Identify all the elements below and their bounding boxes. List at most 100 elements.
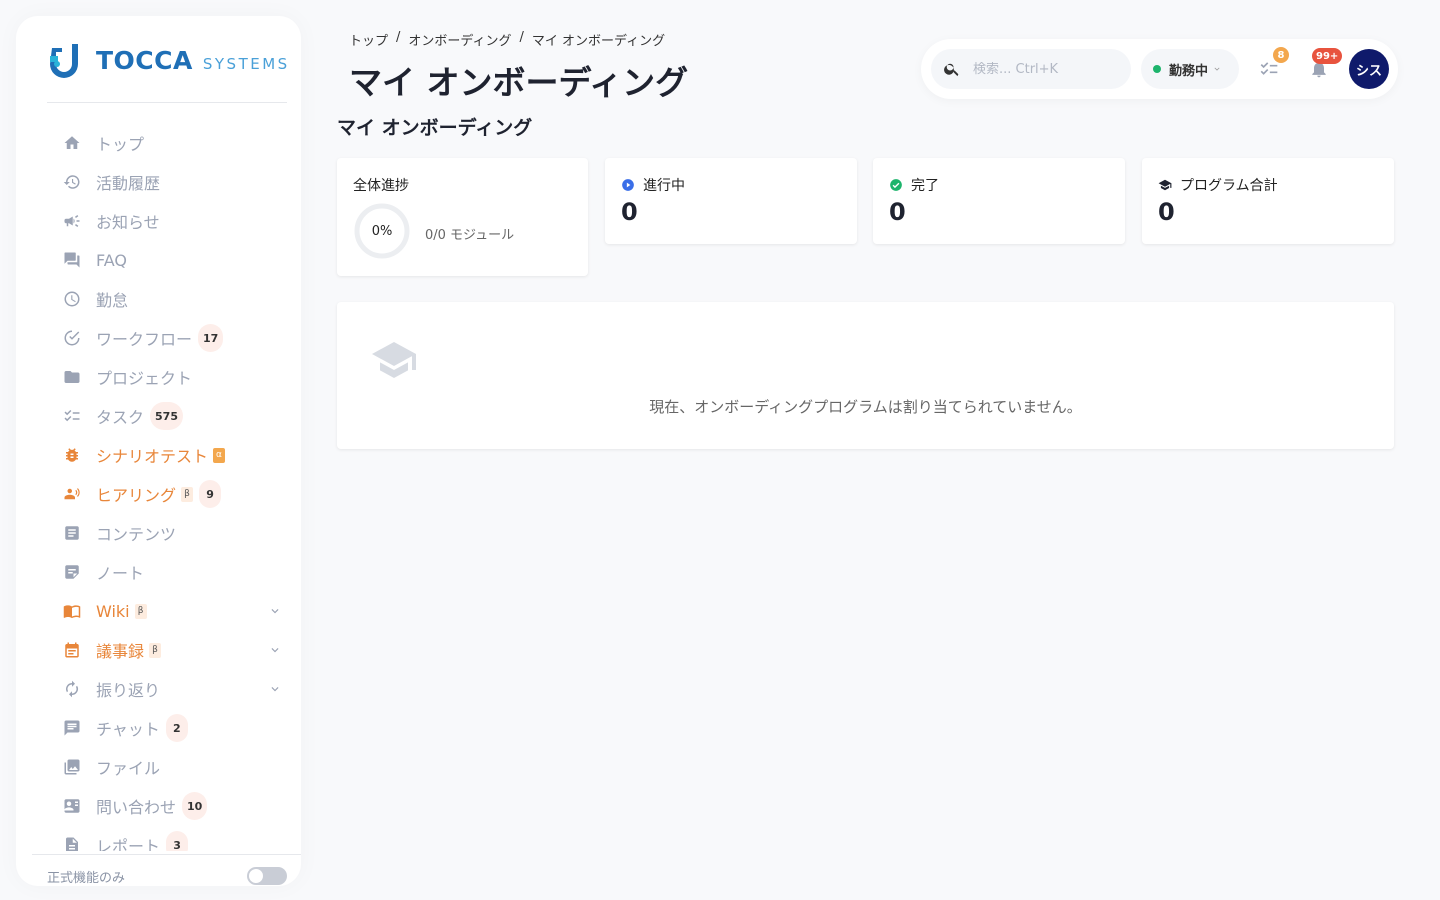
sidebar-item-projects[interactable]: プロジェクト: [62, 362, 282, 392]
clock-icon: [62, 289, 82, 309]
work-status-dropdown[interactable]: 勤務中: [1141, 49, 1239, 89]
card-label: 完了: [889, 175, 939, 195]
book-icon: [62, 601, 82, 621]
avatar[interactable]: シス: [1349, 49, 1389, 89]
sidebar-item-label: お知らせ: [96, 213, 160, 232]
checklist-icon: [62, 406, 82, 426]
count-badge: 10: [182, 792, 208, 820]
sidebar-item-hearing[interactable]: ヒアリング β 9: [62, 479, 282, 509]
sidebar-item-label: 振り返り: [96, 681, 161, 700]
sidebar-item-label: シナリオテスト: [96, 447, 209, 466]
completed-value: 0: [889, 198, 906, 226]
chevron-down-icon[interactable]: [268, 643, 282, 657]
sidebar-item-scenario-test[interactable]: シナリオテスト α: [62, 440, 282, 470]
sidebar-item-label: コンテンツ: [96, 525, 177, 544]
brand-name-main: TOCCA: [96, 45, 193, 75]
sidebar-item-label: Wiki: [96, 601, 130, 621]
count-badge: 3: [166, 831, 189, 851]
section-title: マイ オンボーディング: [337, 117, 533, 139]
empty-state-message: 現在、オンボーディングプログラムは割り当てられていません。: [649, 398, 1082, 416]
sidebar-item-contents[interactable]: コンテンツ: [62, 518, 282, 548]
check-circle-icon: [62, 328, 82, 348]
sidebar-item-chat[interactable]: チャット 2: [62, 713, 282, 743]
top-toolbar: 勤務中 8 99+ シス: [921, 39, 1398, 99]
tasks-badge: 8: [1273, 47, 1289, 63]
card-label: プログラム合計: [1158, 175, 1278, 195]
sidebar-item-label: 問い合わせ: [96, 798, 177, 817]
search-icon: [944, 63, 959, 77]
sidebar-item-notes[interactable]: ノート: [62, 557, 282, 587]
count-badge: 2: [165, 714, 188, 742]
search-input[interactable]: [973, 61, 1123, 77]
sidebar-nav: トップ 活動履歴 お知らせ FAQ 勤怠 ワークフロー 17 プロジェクト タス…: [16, 123, 301, 851]
calendar-icon: [62, 640, 82, 660]
sidebar-item-files[interactable]: ファイル: [62, 752, 282, 782]
breadcrumb-item[interactable]: オンボーディング: [408, 30, 511, 49]
folder-icon: [62, 367, 82, 387]
sidebar-item-label: 活動履歴: [96, 174, 161, 193]
page-title: マイ オンボーディング: [349, 63, 689, 102]
brand-name-sub: SYSTEMS: [202, 54, 290, 73]
sidebar-item-label: ファイル: [96, 759, 161, 778]
sidebar: TOCCA SYSTEMS トップ 活動履歴 お知らせ FAQ 勤怠 ワークフロ…: [16, 16, 301, 886]
notifications-badge: 99+: [1312, 48, 1343, 64]
beta-tag: β: [149, 642, 162, 658]
search-box[interactable]: [931, 49, 1131, 89]
breadcrumb-separator: /: [519, 30, 524, 45]
sidebar-item-label: チャット: [96, 720, 160, 739]
completed-card: 完了 0: [873, 158, 1125, 244]
card-label: 進行中: [621, 175, 685, 195]
sidebar-item-workflow[interactable]: ワークフロー 17: [62, 323, 282, 353]
overall-progress-card: 全体進捗 0% 0/0 モジュール: [337, 158, 588, 276]
total-programs-value: 0: [1158, 198, 1175, 226]
breadcrumb-separator: /: [396, 30, 401, 45]
sidebar-item-label: トップ: [96, 135, 145, 154]
play-circle-icon: [622, 179, 634, 191]
total-programs-card: プログラム合計 0: [1142, 158, 1394, 244]
sidebar-item-minutes[interactable]: 議事録 β: [62, 635, 282, 665]
bug-icon: [62, 445, 82, 465]
official-only-toggle[interactable]: [247, 867, 287, 885]
sidebar-item-retrospective[interactable]: 振り返り: [62, 674, 282, 704]
brand-logo[interactable]: TOCCA SYSTEMS: [48, 42, 290, 78]
sidebar-item-tasks[interactable]: タスク 575: [62, 401, 282, 431]
status-dot: [1153, 65, 1161, 73]
sidebar-item-top[interactable]: トップ: [62, 128, 282, 158]
modules-count: 0/0 モジュール: [425, 228, 515, 243]
sidebar-item-label: レポート: [96, 837, 161, 851]
sidebar-item-reports[interactable]: レポート 3: [62, 830, 282, 851]
card-label-text: 進行中: [643, 178, 685, 194]
sidebar-item-activity[interactable]: 活動履歴: [62, 167, 282, 197]
divider: [47, 102, 287, 103]
sidebar-item-news[interactable]: お知らせ: [62, 206, 282, 236]
sidebar-item-attendance[interactable]: 勤怠: [62, 284, 282, 314]
task-list-icon[interactable]: [1259, 59, 1279, 79]
graduation-cap-icon: [1158, 179, 1172, 191]
in-progress-value: 0: [621, 198, 638, 226]
breadcrumb-item[interactable]: トップ: [349, 30, 388, 49]
contact-icon: [62, 796, 82, 816]
sidebar-item-label: プロジェクト: [96, 369, 193, 388]
sidebar-item-label: 勤怠: [96, 291, 129, 310]
count-badge: 575: [150, 402, 183, 430]
card-label-text: プログラム合計: [1180, 178, 1278, 194]
chevron-down-icon[interactable]: [268, 604, 282, 618]
sidebar-item-label: FAQ: [96, 250, 127, 270]
forum-icon: [62, 250, 82, 270]
beta-tag: β: [134, 603, 147, 619]
chevron-down-icon[interactable]: [268, 682, 282, 696]
card-label: 全体進捗: [353, 178, 409, 194]
toggle-knob: [249, 869, 263, 883]
sidebar-item-wiki[interactable]: Wiki β: [62, 596, 282, 626]
divider: [32, 854, 301, 855]
official-only-label: 正式機能のみ: [47, 871, 126, 886]
home-icon: [62, 133, 82, 153]
count-badge: 9: [199, 480, 222, 508]
sidebar-item-inquiries[interactable]: 問い合わせ 10: [62, 791, 282, 821]
megaphone-icon: [62, 211, 82, 231]
sidebar-item-label: タスク: [96, 408, 145, 427]
alpha-tag: α: [213, 447, 226, 463]
breadcrumb-item: マイ オンボーディング: [531, 34, 666, 49]
status-label: 勤務中: [1169, 63, 1209, 79]
sidebar-item-faq[interactable]: FAQ: [62, 245, 282, 275]
